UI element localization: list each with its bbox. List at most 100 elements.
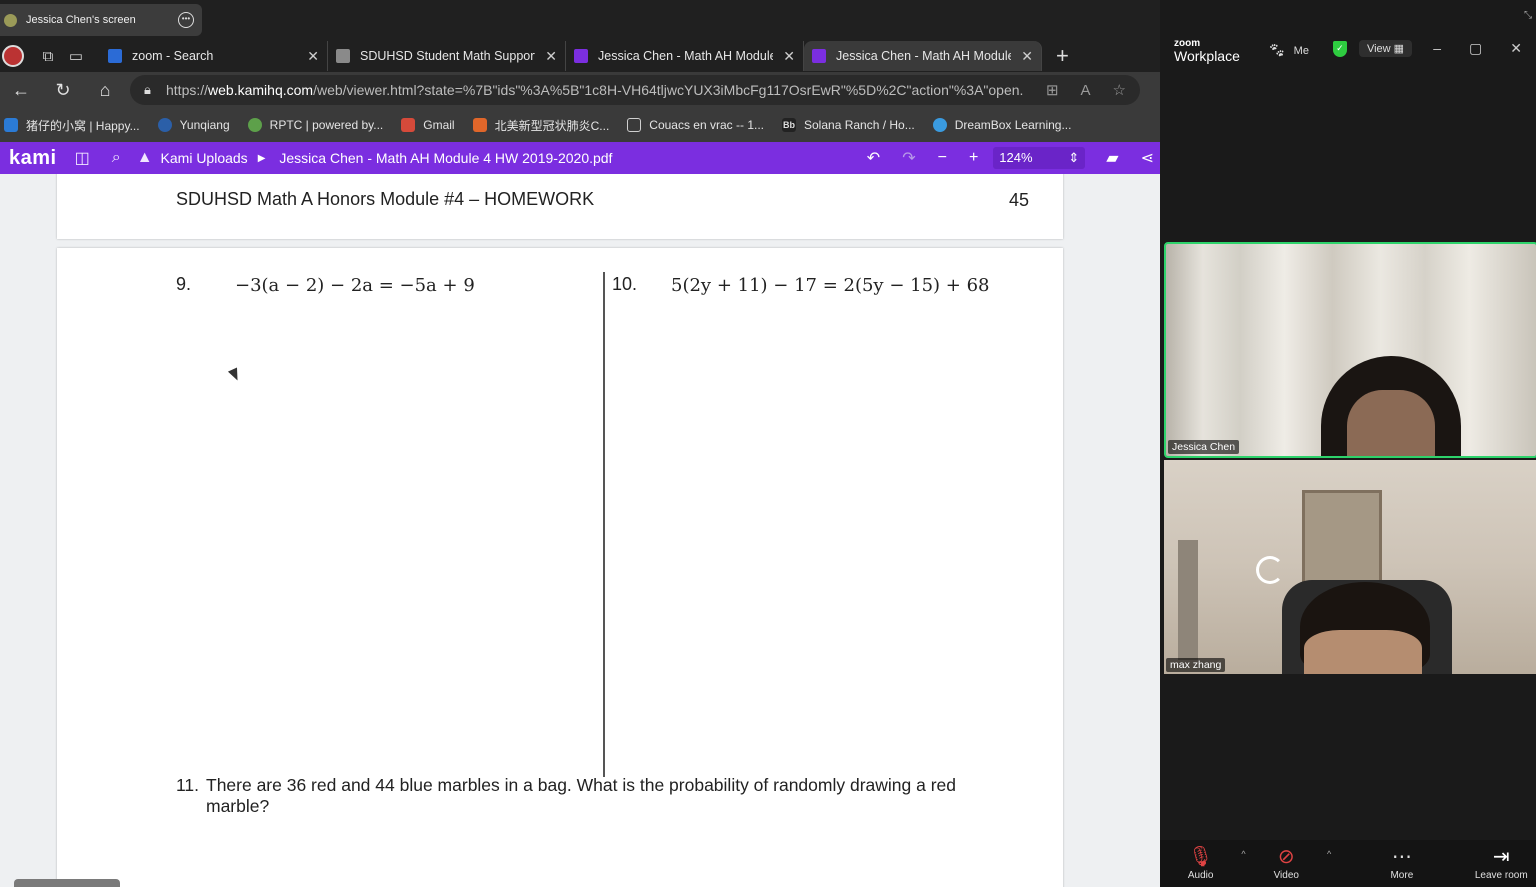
window-controls: – ▢ ✕ xyxy=(1419,40,1536,57)
maximize-icon[interactable]: ▢ xyxy=(1469,40,1482,57)
bookmark-item[interactable]: Bb Solana Ranch / Ho... xyxy=(782,118,915,132)
share-label: Jessica Chen's screen xyxy=(26,14,136,26)
close-tab-icon[interactable]: ✕ xyxy=(545,48,557,65)
page-heading: SDUHSD Math A Honors Module #4 – HOMEWOR… xyxy=(176,189,595,209)
wordpress-icon xyxy=(157,118,172,132)
leave-room-icon: ⇥ xyxy=(1492,846,1510,868)
tab-sduhsd-support[interactable]: SDUHSD Student Math Support ✕ xyxy=(328,41,566,71)
zoom-header: zoom Workplace 🐾︎ Me ✓ View ▦ – ▢ ✕ xyxy=(1160,0,1536,74)
profile-avatar[interactable] xyxy=(2,45,24,67)
new-tab-button[interactable]: + xyxy=(1056,43,1069,69)
scroll-indicator[interactable] xyxy=(14,879,120,887)
video-tile-jessica-chen[interactable]: Jessica Chen xyxy=(1164,242,1536,458)
participant-name-label: max zhang xyxy=(1166,658,1226,672)
zoom-logo: zoom Workplace xyxy=(1174,38,1240,64)
bing-icon xyxy=(108,49,122,63)
bookmark-item[interactable]: Gmail xyxy=(401,118,455,132)
back-button[interactable]: ← xyxy=(0,80,42,101)
participant-face xyxy=(1304,630,1422,674)
more-button[interactable]: ⋯ More xyxy=(1361,846,1442,881)
open-folder-icon[interactable]: ▰ xyxy=(1106,148,1118,168)
tab-title: SDUHSD Student Math Support xyxy=(360,49,536,63)
reload-button[interactable]: ↻ xyxy=(42,80,84,101)
sidebar-toggle-icon[interactable]: ◫ xyxy=(75,148,90,168)
address-row: ← ↻ ⌂ 🔒︎ https://web.kamihq.com/web/view… xyxy=(0,72,1160,108)
bookmark-item[interactable]: RPTC | powered by... xyxy=(247,118,383,132)
document-title: Jessica Chen - Math AH Module 4 HW 2019-… xyxy=(279,150,613,166)
minimize-icon[interactable]: – xyxy=(1433,40,1441,57)
video-off-icon: ⊘ xyxy=(1277,846,1295,868)
tab-kami-1[interactable]: Jessica Chen - Math AH Module ✕ xyxy=(566,41,804,71)
video-button[interactable]: ⊘ Video xyxy=(1246,846,1327,881)
tab-zoom-search[interactable]: zoom - Search ✕ xyxy=(100,41,328,71)
audio-button[interactable]: 🎙︎ Audio xyxy=(1160,846,1241,881)
kami-logo[interactable]: kami xyxy=(9,147,57,170)
page-number: 45 xyxy=(1008,190,1029,210)
bookmark-item[interactable]: 猪仔的小窝 | Happy... xyxy=(4,117,140,134)
problem-10-equation: 5(2y + 11) − 17 = 2(5y − 15) + 68 xyxy=(671,275,990,296)
close-tab-icon[interactable]: ✕ xyxy=(1021,48,1033,65)
share-options-icon[interactable]: ••• xyxy=(178,12,194,28)
split-screen-icon[interactable]: ⊞ xyxy=(1046,81,1059,99)
loading-spinner-icon xyxy=(1256,556,1284,584)
undo-icon[interactable]: ↶ xyxy=(867,148,880,168)
document-icon xyxy=(627,118,642,132)
zoom-out-button[interactable]: − xyxy=(938,149,947,167)
video-options-caret-icon[interactable]: ^ xyxy=(1327,849,1331,859)
share-icon[interactable]: ⋖ xyxy=(1141,148,1154,168)
close-tab-icon[interactable]: ✕ xyxy=(783,48,795,65)
screen: { "share_bar": { "label": "Jessica Chen'… xyxy=(0,0,1536,887)
bookmark-item[interactable]: Couacs en vrac -- 1... xyxy=(627,118,764,132)
home-button[interactable]: ⌂ xyxy=(84,80,126,101)
leave-room-button[interactable]: ⇥ Leave room xyxy=(1467,846,1536,881)
bookmark-favicon-icon xyxy=(247,118,262,132)
mic-muted-icon: 🎙︎ xyxy=(1187,846,1214,868)
chevron-updown-icon: ⇕ xyxy=(1068,150,1080,165)
sharer-avatar-icon xyxy=(4,13,17,27)
lock-icon[interactable]: 🔒︎ xyxy=(144,82,166,98)
paw-icon: 🐾︎ xyxy=(1267,42,1286,58)
dreambox-icon xyxy=(932,118,947,132)
column-divider xyxy=(603,272,605,777)
tab-actions-icon[interactable]: ▭ xyxy=(62,42,90,70)
breadcrumb[interactable]: Kami Uploads xyxy=(161,150,248,166)
chevron-right-icon: ▶ xyxy=(257,152,266,164)
tab-strip: ⧉ ▭ zoom - Search ✕ SDUHSD Student Math … xyxy=(0,40,1160,72)
tab-kami-2-active[interactable]: Jessica Chen - Math AH Module ✕ xyxy=(804,41,1042,71)
encryption-shield-icon[interactable]: ✓ xyxy=(1332,41,1347,57)
screen-share-indicator[interactable]: Jessica Chen's screen ••• xyxy=(0,4,202,36)
redo-icon[interactable]: ↷ xyxy=(902,148,915,168)
tab-title: Jessica Chen - Math AH Module xyxy=(836,49,1012,63)
more-icon: ⋯ xyxy=(1391,846,1412,868)
search-icon[interactable]: ⌕ xyxy=(112,149,121,167)
url-text[interactable]: https://web.kamihq.com/web/viewer.html?s… xyxy=(166,82,1024,98)
bookmark-item[interactable]: 北美新型冠状肺炎C... xyxy=(472,117,609,134)
zoom-level-select[interactable]: 124% ⇕ xyxy=(993,147,1086,169)
close-icon[interactable]: ✕ xyxy=(1510,40,1522,57)
favorite-star-icon[interactable]: ☆ xyxy=(1113,81,1126,99)
bookmark-item[interactable]: Yunqiang xyxy=(157,118,230,132)
video-tile-max-zhang[interactable]: max zhang xyxy=(1164,460,1536,674)
pdf-page: 9. −3(a − 2) − 2a = −5a + 9 10. 5(2y + 1… xyxy=(57,248,1063,887)
kami-icon xyxy=(574,49,588,63)
meeting-controls: 🎙︎ Audio ^ ⊘ Video ^ ⋯ More ⇥ Leave room xyxy=(1160,840,1536,887)
workspaces-icon[interactable]: ⧉ xyxy=(34,42,62,70)
drive-icon[interactable]: ▲ xyxy=(137,149,153,167)
zoom-in-button[interactable]: + xyxy=(969,149,978,167)
pdf-page-header: SDUHSD Math A Honors Module #4 – HOMEWOR… xyxy=(57,174,1063,239)
read-aloud-icon[interactable]: A xyxy=(1081,82,1091,99)
address-bar[interactable]: 🔒︎ https://web.kamihq.com/web/viewer.htm… xyxy=(130,75,1140,105)
problem-11-text: There are 36 red and 44 blue marbles in … xyxy=(206,775,957,816)
me-button[interactable]: 🐾︎ Me xyxy=(1268,42,1309,59)
gmail-icon xyxy=(401,118,416,132)
close-tab-icon[interactable]: ✕ xyxy=(307,48,319,65)
pdf-viewer[interactable]: SDUHSD Math A Honors Module #4 – HOMEWOR… xyxy=(0,174,1160,887)
participant-face xyxy=(1347,390,1435,456)
tab-title: Jessica Chen - Math AH Module xyxy=(598,49,774,63)
bookmark-favicon-icon xyxy=(472,118,487,132)
problem-9-number: 9. xyxy=(176,274,192,294)
view-button[interactable]: View ▦ xyxy=(1358,40,1413,57)
zoom-panel: ⤡ zoom Workplace 🐾︎ Me ✓ View ▦ – ▢ ✕ Je… xyxy=(1160,0,1536,887)
bookmark-item[interactable]: DreamBox Learning... xyxy=(932,118,1071,132)
tab-title: zoom - Search xyxy=(132,49,214,63)
